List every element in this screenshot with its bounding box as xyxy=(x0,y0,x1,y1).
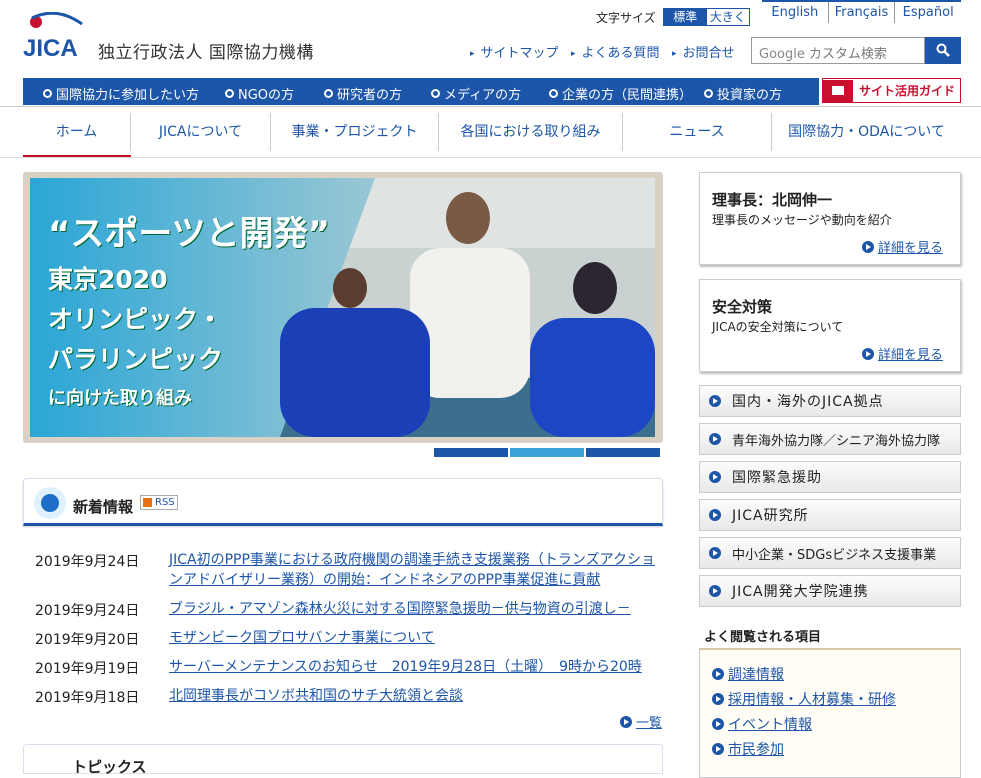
jica-logo[interactable]: JICA xyxy=(22,11,84,62)
arrow-circle-icon xyxy=(709,509,721,521)
logo-text: JICA xyxy=(23,35,78,60)
org-name: 独立行政法人 国際協力機構 xyxy=(98,43,314,63)
divider xyxy=(0,106,981,107)
news-link[interactable]: サーバーメンテナンスのお知らせ 2019年9月28日（土曜） 9時から20時 xyxy=(169,657,659,677)
site-guide-button[interactable]: サイト活用ガイド xyxy=(822,78,961,103)
hero-line: オリンピック・ xyxy=(48,305,223,334)
lang-english-link[interactable]: English xyxy=(762,2,828,23)
hero-line: に向けた取り組み xyxy=(48,388,192,409)
hero-line: パラリンピック xyxy=(48,345,224,374)
card-title: 理事長：北岡伸一 xyxy=(712,191,833,209)
nav-countries[interactable]: 各国における取り組み xyxy=(439,113,623,151)
popular-title: よく閲覧される項目 xyxy=(704,630,822,645)
sitemap-link[interactable]: サイトマップ xyxy=(470,42,559,61)
news-list-link[interactable]: 一覧 xyxy=(620,712,662,731)
news-link[interactable]: JICA初のPPP事業における政府機関の調達手続き支援業務（トランズアクションア… xyxy=(169,550,659,590)
bullet-icon xyxy=(549,89,558,98)
fontsize-large-button[interactable]: 大きく xyxy=(706,9,749,25)
news-date: 2019年9月18日 xyxy=(35,690,140,706)
bullet-icon xyxy=(431,89,440,98)
arrow-circle-icon xyxy=(709,585,721,597)
news-date: 2019年9月24日 xyxy=(35,603,140,619)
hero-headline: “スポーツと開発” xyxy=(48,214,331,254)
nav-news[interactable]: ニュース xyxy=(623,113,772,151)
rss-link[interactable]: RSS xyxy=(140,495,178,510)
card-title: 安全対策 xyxy=(712,298,773,316)
news-title: 新着情報 xyxy=(73,498,134,516)
search-input[interactable]: Google カスタム検索 xyxy=(751,37,925,64)
news-date: 2019年9月19日 xyxy=(35,661,140,677)
popular-item[interactable]: イベント情報 xyxy=(712,714,812,734)
search-placeholder: カスタム検索 xyxy=(808,47,887,62)
audience-business-link[interactable]: 企業の方（民間連携） xyxy=(549,84,692,103)
lang-spanish-link[interactable]: Español xyxy=(894,2,961,23)
book-icon xyxy=(823,79,853,102)
fontsize-label: 文字サイズ xyxy=(596,11,656,25)
news-date: 2019年9月24日 xyxy=(35,554,140,570)
safety-card: 安全対策 JICAの安全対策について 詳細を見る xyxy=(699,279,961,372)
fontsize-standard-button[interactable]: 標準 xyxy=(664,9,707,25)
lang-french-link[interactable]: Français xyxy=(827,2,895,23)
arrow-circle-icon xyxy=(709,433,721,445)
news-link[interactable]: ブラジル・アマゾン森林火災に対する国際緊急援助－供与物資の引渡し－ xyxy=(169,599,659,619)
main-nav: ホーム JICAについて 事業・プロジェクト 各国における取り組み ニュース 国… xyxy=(23,113,961,151)
megaphone-icon xyxy=(34,487,66,519)
audience-ngo-link[interactable]: NGOの方 xyxy=(225,84,294,103)
language-bar: English Français Español xyxy=(762,0,961,23)
fontsize-toggle: 標準 大きく xyxy=(663,8,750,26)
news-date: 2019年9月20日 xyxy=(35,632,140,648)
audience-nav: 国際協力に参加したい方 NGOの方 研究者の方 メディアの方 企業の方（民間連携… xyxy=(23,78,819,105)
bullet-icon xyxy=(324,89,333,98)
divider xyxy=(0,157,981,158)
nav-about[interactable]: JICAについて xyxy=(131,113,271,151)
card-desc: 理事長のメッセージや動向を紹介 xyxy=(712,213,892,227)
side-link-volunteers[interactable]: 青年海外協力隊／シニア海外協力隊 xyxy=(699,423,961,455)
audience-participate-link[interactable]: 国際協力に参加したい方 xyxy=(43,84,199,103)
audience-investor-link[interactable]: 投資家の方 xyxy=(704,84,782,103)
news-link[interactable]: モザンビーク国プロサバンナ事業について xyxy=(169,628,659,648)
card-more-link[interactable]: 詳細を見る xyxy=(861,237,943,256)
bullet-icon xyxy=(704,89,713,98)
side-link-graduate[interactable]: JICA開発大学院連携 xyxy=(699,575,961,607)
search-icon xyxy=(936,43,950,57)
side-link-emergency[interactable]: 国際緊急援助 xyxy=(699,461,961,493)
nav-oda[interactable]: 国際協力・ODAについて xyxy=(772,113,961,151)
nav-projects[interactable]: 事業・プロジェクト xyxy=(271,113,439,151)
bullet-icon xyxy=(225,89,234,98)
card-more-link[interactable]: 詳細を見る xyxy=(861,344,943,363)
popular-item[interactable]: 市民参加 xyxy=(712,739,784,759)
slide-indicator[interactable] xyxy=(586,448,660,457)
president-card: 理事長：北岡伸一 理事長のメッセージや動向を紹介 詳細を見る xyxy=(699,172,961,265)
hero-line: 東京2020 xyxy=(48,265,168,294)
arrow-circle-icon xyxy=(712,718,724,730)
arrow-circle-icon xyxy=(709,547,721,559)
topics-header: トピックス xyxy=(23,744,663,776)
news-link[interactable]: 北岡理事長がコソボ共和国のサチ大統領と会談 xyxy=(169,686,659,706)
bullet-icon xyxy=(43,89,52,98)
side-link-research[interactable]: JICA研究所 xyxy=(699,499,961,531)
arrow-circle-icon xyxy=(861,241,874,253)
contact-link[interactable]: お問合せ xyxy=(672,42,735,61)
faq-link[interactable]: よくある質問 xyxy=(571,42,660,61)
arrow-circle-icon xyxy=(712,693,724,705)
hero-banner[interactable]: “スポーツと開発” 東京2020 オリンピック・ パラリンピック に向けた取り組… xyxy=(30,178,655,437)
search-button[interactable] xyxy=(925,37,961,64)
arrow-circle-icon xyxy=(861,348,874,360)
arrow-circle-icon xyxy=(712,668,724,680)
arrow-circle-icon xyxy=(709,395,721,407)
slide-indicator[interactable] xyxy=(434,448,508,457)
card-desc: JICAの安全対策について xyxy=(712,320,844,334)
google-brand: Google xyxy=(759,47,805,62)
arrow-circle-icon xyxy=(620,716,632,728)
audience-researcher-link[interactable]: 研究者の方 xyxy=(324,84,402,103)
arrow-circle-icon xyxy=(712,743,724,755)
audience-media-link[interactable]: メディアの方 xyxy=(431,84,521,103)
slide-indicator[interactable] xyxy=(510,448,584,457)
popular-item[interactable]: 調達情報 xyxy=(712,664,784,684)
nav-home[interactable]: ホーム xyxy=(23,113,131,151)
popular-item[interactable]: 採用情報・人材募集・研修 xyxy=(712,689,896,709)
side-link-sme[interactable]: 中小企業・SDGsビジネス支援事業 xyxy=(699,537,961,569)
side-link-offices[interactable]: 国内・海外のJICA拠点 xyxy=(699,385,961,417)
arrow-circle-icon xyxy=(709,471,721,483)
